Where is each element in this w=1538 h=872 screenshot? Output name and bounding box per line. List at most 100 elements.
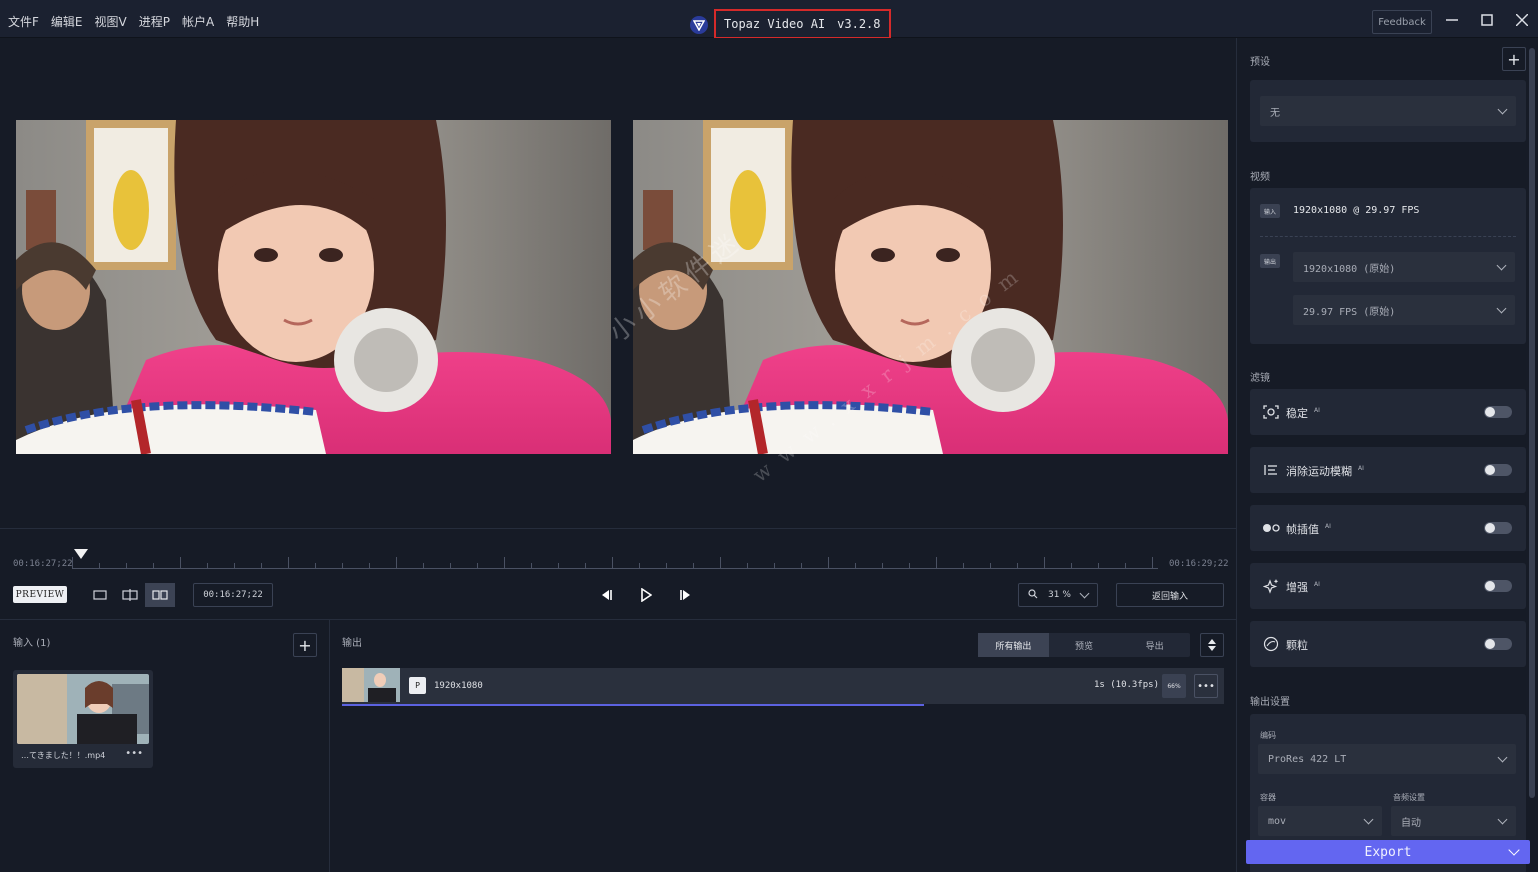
preset-dropdown[interactable]: 无 (1260, 96, 1516, 126)
container-label: 容器 (1260, 793, 1276, 802)
preview-button[interactable]: PREVIEW (13, 586, 67, 603)
zoom-icon (1028, 588, 1038, 602)
container-dropdown[interactable]: mov (1258, 806, 1382, 836)
filter-frame-interpolation[interactable]: 帧插值 AI (1250, 505, 1526, 551)
audio-settings-value: 自动 (1401, 817, 1421, 829)
next-frame-icon[interactable] (676, 585, 696, 605)
container-value: mov (1268, 815, 1287, 827)
close-icon[interactable] (1512, 10, 1532, 30)
timeline: 00:16:27;22 00:16:29;22 PREVIEW 00:16:27… (0, 528, 1236, 620)
chevron-down-icon (1079, 588, 1090, 600)
side-by-side-view-icon[interactable] (145, 583, 175, 607)
enhanced-video-frame[interactable] (633, 120, 1228, 454)
play-icon[interactable] (636, 585, 656, 605)
frame-interpolation-toggle[interactable] (1484, 522, 1512, 534)
menu-view[interactable]: 视图V (95, 13, 127, 30)
frame-interpolation-icon (1262, 519, 1280, 537)
video-card: 输入 1920x1080 @ 29.97 FPS 输出 1920x1080 (原… (1250, 188, 1526, 344)
sort-icon[interactable] (1200, 633, 1224, 657)
ai-badge: AI (1325, 523, 1331, 531)
original-video-frame[interactable] (16, 120, 611, 454)
grain-toggle[interactable] (1484, 638, 1512, 650)
app-version: v3.2.8 (837, 17, 881, 31)
output-tag: 输出 (1260, 254, 1280, 268)
sidebar-scrollbar[interactable] (1529, 48, 1535, 798)
filter-motion-deblur[interactable]: 消除运动模糊 AI (1250, 447, 1526, 493)
output-render-time: 1s (10.3fps) (1094, 680, 1160, 690)
topaz-logo-icon (690, 15, 708, 34)
input-more-button[interactable]: ••• (125, 748, 143, 759)
filter-enhance[interactable]: 增强 AI (1250, 563, 1526, 609)
single-view-icon[interactable] (86, 583, 114, 607)
input-panel: 输入 (1) + …てきました！！.mp4 ••• (0, 620, 330, 872)
grain-icon (1262, 635, 1280, 653)
preview-viewer (0, 38, 1236, 528)
enhance-toggle[interactable] (1484, 580, 1512, 592)
filter-label: 增强 (1286, 581, 1308, 594)
menu-process[interactable]: 进程P (139, 13, 170, 30)
output-fps-dropdown[interactable]: 29.97 FPS (原始) (1293, 295, 1515, 325)
filter-label: 颗粒 (1286, 639, 1308, 652)
chevron-down-icon[interactable] (1508, 844, 1520, 856)
output-resolution: 1920x1080 (434, 681, 483, 691)
stabilize-icon (1262, 403, 1280, 421)
split-view-icon[interactable] (116, 583, 144, 607)
menu-help[interactable]: 帮助H (226, 13, 259, 30)
export-button[interactable]: Export (1246, 840, 1530, 864)
audio-settings-label: 音频设置 (1393, 793, 1425, 802)
maximize-icon[interactable] (1477, 10, 1497, 30)
encoder-dropdown[interactable]: ProRes 422 LT (1258, 744, 1516, 774)
chevron-down-icon (1363, 814, 1374, 824)
input-file-card[interactable]: …てきました！！.mp4 ••• (13, 670, 153, 768)
filters-label: 滤镜 (1250, 373, 1270, 384)
add-preset-button[interactable]: + (1502, 47, 1526, 71)
filter-stabilize[interactable]: 稳定 AI (1250, 389, 1526, 435)
playhead[interactable] (74, 549, 88, 559)
encoder-value: ProRes 422 LT (1268, 753, 1347, 765)
chevron-down-icon (1497, 814, 1508, 824)
filter-label: 稳定 (1286, 407, 1308, 420)
output-row[interactable]: P 1920x1080 1s (10.3fps) 66% ••• (342, 668, 1224, 706)
feedback-button[interactable]: Feedback (1372, 10, 1432, 34)
zoom-value: 31 % (1048, 590, 1071, 600)
motion-deblur-toggle[interactable] (1484, 464, 1512, 476)
previous-frame-icon[interactable] (596, 585, 616, 605)
menu-edit[interactable]: 编辑E (51, 13, 83, 30)
output-resolution-value: 1920x1080 (原始) (1303, 263, 1396, 275)
divider (1260, 236, 1516, 237)
enhance-icon (1262, 577, 1280, 595)
add-input-button[interactable]: + (293, 633, 317, 657)
menu-account[interactable]: 帐户A (182, 13, 214, 30)
preset-label: 预设 (1250, 57, 1270, 68)
zoom-control[interactable]: 31 % (1018, 583, 1098, 607)
input-video-info: 1920x1080 @ 29.97 FPS (1293, 205, 1420, 216)
output-more-button[interactable]: ••• (1194, 674, 1218, 698)
timeline-ruler[interactable] (72, 555, 1158, 569)
output-progress-percent: 66% (1162, 674, 1186, 698)
chevron-down-icon (1497, 752, 1508, 762)
preset-card: 无 (1250, 80, 1526, 142)
tab-all-outputs[interactable]: 所有输出 (978, 633, 1049, 657)
output-filter-tabs: 所有输出 预览 导出 (978, 633, 1190, 657)
timeline-end-timecode: 00:16:29;22 (1169, 559, 1229, 569)
menu-file[interactable]: 文件F (8, 13, 39, 30)
motion-blur-icon (1262, 461, 1280, 479)
return-to-input-button[interactable]: 返回输入 (1116, 583, 1224, 607)
app-name: Topaz Video AI (724, 17, 826, 31)
output-thumbnail (342, 668, 400, 702)
menu-bar: 文件F 编辑E 视图V 进程P 帐户A 帮助H (8, 13, 259, 30)
stabilize-toggle[interactable] (1484, 406, 1512, 418)
audio-settings-dropdown[interactable]: 自动 (1391, 806, 1516, 836)
tab-preview[interactable]: 预览 (1049, 633, 1120, 657)
ai-badge: AI (1358, 465, 1364, 473)
preset-value: 无 (1270, 107, 1280, 119)
app-title-box: Topaz Video AI v3.2.8 (714, 9, 891, 39)
input-thumbnail (17, 674, 149, 744)
output-resolution-dropdown[interactable]: 1920x1080 (原始) (1293, 252, 1515, 282)
title-bar: 文件F 编辑E 视图V 进程P 帐户A 帮助H Topaz Video AI v… (0, 0, 1538, 39)
minimize-icon[interactable] (1442, 10, 1462, 30)
tab-export[interactable]: 导出 (1119, 633, 1190, 657)
filter-grain[interactable]: 颗粒 (1250, 621, 1526, 667)
current-timecode[interactable]: 00:16:27;22 (193, 583, 273, 607)
encoder-label: 编码 (1260, 731, 1276, 740)
